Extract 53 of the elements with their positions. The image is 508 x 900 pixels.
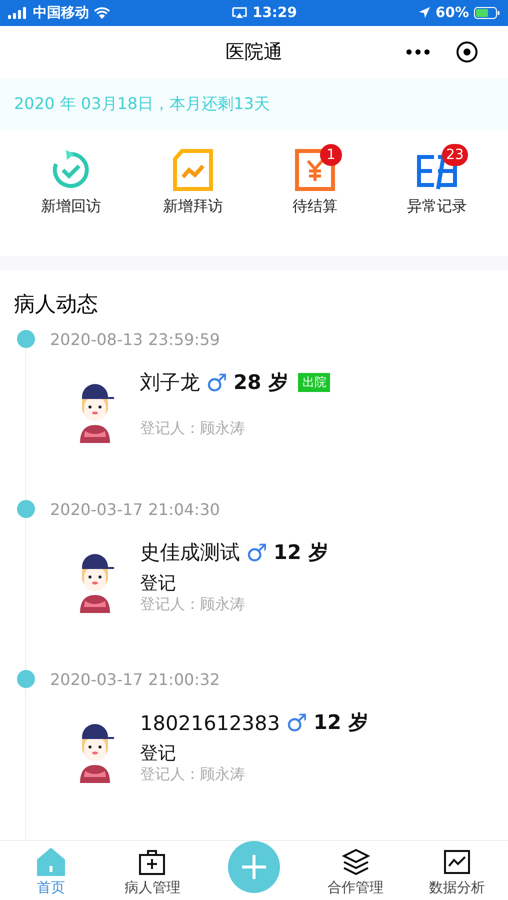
line-chart-icon — [443, 848, 472, 876]
more-icon[interactable] — [406, 48, 430, 55]
signal-icon — [8, 6, 28, 19]
male-symbol: ♂ — [286, 708, 308, 737]
chart-document-icon — [172, 148, 214, 191]
screen-mirror-icon — [232, 6, 248, 19]
patient-card[interactable]: 刘子龙 ♂ 28 岁 出院 登记人：顾永涛 — [76, 366, 508, 443]
male-symbol: ♂ — [206, 368, 228, 397]
discharged-tag: 出院 — [298, 373, 330, 392]
count-badge: 1 — [320, 144, 342, 166]
patient-age: 12 岁 — [274, 539, 328, 566]
patient-name: 史佳成测试 — [140, 539, 240, 566]
wifi-icon — [94, 6, 110, 19]
medical-kit-icon — [138, 848, 166, 876]
count-badge: 23 — [442, 144, 468, 166]
record-status: 登记 — [140, 742, 177, 765]
record-time: 2020-08-13 23:59:59 — [50, 330, 220, 349]
patient-name: 刘子龙 — [140, 369, 200, 396]
refresh-check-icon — [50, 148, 92, 191]
patient-card[interactable]: 18021612383 ♂ 12 岁 登记 登记人：顾永涛 — [76, 706, 508, 784]
page-title: 医院通 — [226, 40, 282, 66]
shortcut-button[interactable]: 新增回访 — [21, 148, 121, 228]
tab-item[interactable]: 病人管理 — [102, 840, 204, 900]
patient-card[interactable]: 史佳成测试 ♂ 12 岁 登记 登记人：顾永涛 — [76, 536, 508, 614]
close-target-icon[interactable] — [456, 40, 478, 63]
plus-icon — [240, 853, 268, 882]
location-icon — [419, 7, 430, 18]
tab-item[interactable]: 数据分析 — [406, 840, 508, 900]
section-title: 病人动态 — [13, 290, 99, 318]
timeline-dot — [17, 500, 35, 518]
tab-item[interactable]: 首页 — [0, 840, 102, 900]
battery-percent: 60% — [435, 4, 469, 21]
registrar-text: 登记人：顾永涛 — [140, 764, 246, 784]
yuan-bill-icon — [294, 148, 336, 191]
tab-item[interactable]: 合作管理 — [304, 840, 406, 900]
record-status: 登记 — [140, 572, 177, 595]
timeline-dot — [17, 670, 35, 688]
home-icon — [36, 848, 65, 876]
layers-icon — [342, 848, 370, 876]
record-time: 2020-03-17 21:00:32 — [50, 670, 220, 689]
carrier-name: 中国移动 — [33, 4, 89, 22]
record-time: 2020-03-17 21:04:30 — [50, 500, 220, 519]
timeline-dot — [17, 330, 35, 348]
patient-age: 28 岁 — [234, 369, 288, 396]
male-symbol: ♂ — [246, 538, 268, 567]
battery-icon — [474, 6, 500, 19]
patient-name: 18021612383 — [140, 710, 280, 735]
registrar-text: 登记人：顾永涛 — [140, 594, 246, 614]
registrar-text: 登记人：顾永涛 — [140, 418, 246, 438]
shortcut-button[interactable]: 新增拜访 — [143, 148, 243, 228]
patient-age: 12 岁 — [314, 709, 368, 736]
clock-time: 13:29 — [252, 4, 298, 21]
date-text: 2020 年 03月18日，本月还剩13天 — [14, 94, 270, 116]
